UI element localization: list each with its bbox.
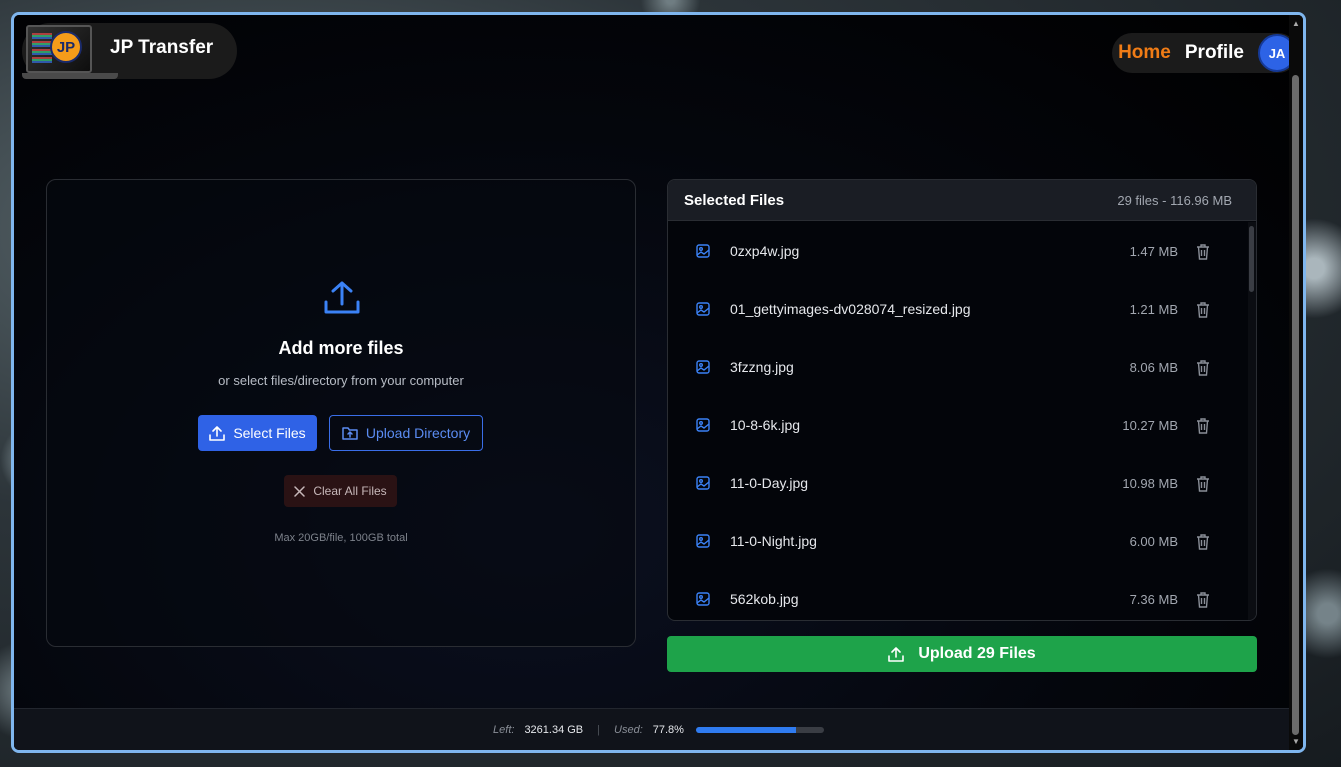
left-value: 3261.34 GB [524,723,584,736]
file-name: 3fzzng.jpg [730,359,794,375]
top-nav: Home Profile JA [1112,33,1298,73]
folder-upload-icon [342,427,358,440]
used-value: 77.8% [652,723,684,736]
file-size: 8.06 MB [1129,359,1178,375]
file-size: 1.21 MB [1129,301,1178,317]
upload-icon [209,425,226,441]
scrollbar-thumb[interactable] [1292,75,1299,735]
file-row: 11-0-Day.jpg 10.98 MB [668,454,1248,512]
trash-icon[interactable] [1196,417,1210,434]
trash-icon[interactable] [1196,301,1210,318]
selected-files-panel: Selected Files 29 files - 116.96 MB 0zxp… [667,179,1257,621]
clear-all-label: Clear All Files [313,484,387,498]
image-icon [696,302,710,316]
files-title: Selected Files [684,191,785,209]
close-icon [294,485,306,497]
trash-icon[interactable] [1196,243,1210,260]
files-header: Selected Files 29 files - 116.96 MB [668,180,1256,221]
file-name: 11-0-Night.jpg [730,533,817,549]
file-name: 11-0-Day.jpg [730,475,809,491]
file-size: 6.00 MB [1129,533,1178,549]
select-files-label: Select Files [233,425,306,441]
scroll-down-icon[interactable]: ▼ [1292,737,1300,746]
upload-directory-label: Upload Directory [365,425,471,441]
file-size: 1.47 MB [1129,243,1178,259]
file-size: 7.36 MB [1129,591,1178,607]
window-scrollbar[interactable]: ▲ ▼ [1289,15,1303,750]
storage-progress-fill [695,726,796,733]
clear-all-button[interactable]: Clear All Files [284,475,397,507]
upload-files-button[interactable]: Upload 29 Files [667,636,1257,672]
file-list-scrollbar[interactable] [1248,222,1256,620]
image-icon [696,244,710,258]
upload-icon [324,281,360,314]
left-label: Left: [493,723,515,736]
file-name: 562kob.jpg [730,591,799,607]
image-icon [696,592,710,606]
files-summary: 29 files - 116.96 MB [1117,192,1232,208]
logo: JP [22,23,122,91]
file-size: 10.98 MB [1122,475,1178,491]
trash-icon[interactable] [1196,533,1210,550]
storage-progress-bar [695,726,824,733]
file-name: 01_gettyimages-dv028074_resized.jpg [730,301,971,317]
drop-title: Add more files [278,338,404,358]
nav-profile[interactable]: Profile [1185,42,1244,64]
upload-files-label: Upload 29 Files [918,645,1036,662]
size-limits: Max 20GB/file, 100GB total [274,532,408,544]
image-icon [696,476,710,490]
drop-subtitle: or select files/directory from your comp… [218,373,464,388]
trash-icon[interactable] [1196,359,1210,376]
scroll-up-icon[interactable]: ▲ [1292,19,1300,28]
file-list: 0zxp4w.jpg 1.47 MB 01_gettyimages-dv0280… [668,222,1248,620]
drop-zone[interactable]: Add more files or select files/directory… [46,179,636,647]
file-name: 0zxp4w.jpg [730,243,800,259]
image-icon [696,534,710,548]
nav-home[interactable]: Home [1118,42,1171,64]
file-row: 01_gettyimages-dv028074_resized.jpg 1.21… [668,280,1248,338]
app-title: JP Transfer [110,37,214,58]
file-name: 10-8-6k.jpg [730,417,801,433]
file-row: 10-8-6k.jpg 10.27 MB [668,396,1248,454]
logo-badge: JP [50,31,82,63]
image-icon [696,418,710,432]
trash-icon[interactable] [1196,475,1210,492]
app-window: JP JP Transfer Home Profile JA Add more … [11,12,1306,753]
used-label: Used: [614,723,643,736]
image-icon [696,360,710,374]
select-files-button[interactable]: Select Files [198,415,317,451]
upload-icon [888,646,905,662]
storage-footer: Left: 3261.34 GB | Used: 77.8% [14,708,1303,750]
file-row: 11-0-Night.jpg 6.00 MB [668,512,1248,570]
trash-icon[interactable] [1196,591,1210,608]
divider: | [597,723,601,736]
upload-directory-button[interactable]: Upload Directory [329,415,483,451]
file-row: 562kob.jpg 7.36 MB [668,570,1248,620]
brand[interactable]: JP JP Transfer [22,23,237,79]
file-row: 3fzzng.jpg 8.06 MB [668,338,1248,396]
file-size: 10.27 MB [1122,417,1178,433]
file-row: 0zxp4w.jpg 1.47 MB [668,222,1248,280]
